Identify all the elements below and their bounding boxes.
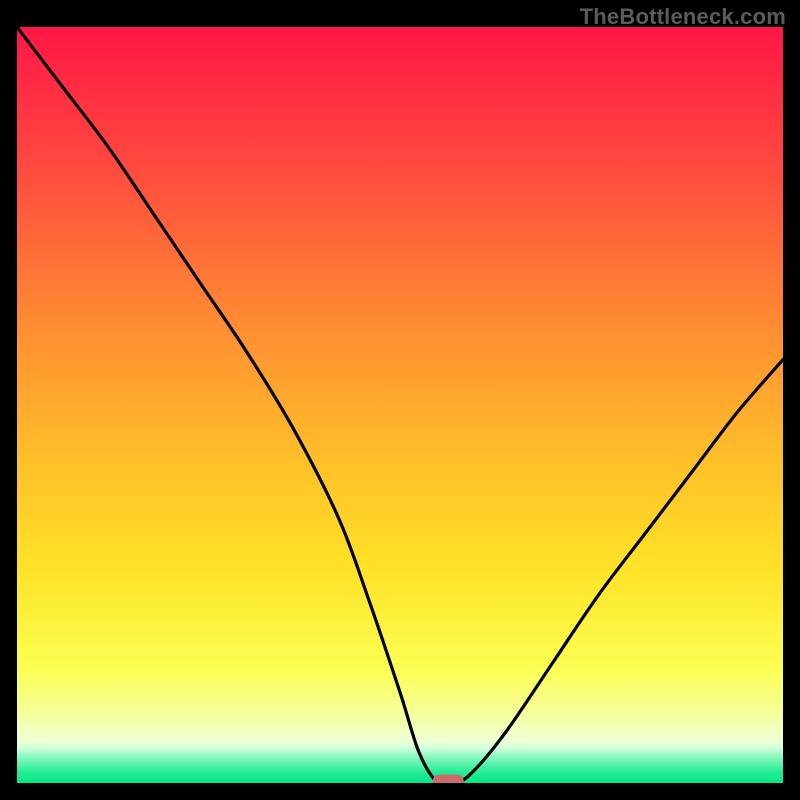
gradient-background [17,27,783,783]
plot-svg [17,27,783,783]
plot-area [17,27,783,783]
chart-frame: TheBottleneck.com [0,0,800,800]
optimal-marker [433,775,463,783]
